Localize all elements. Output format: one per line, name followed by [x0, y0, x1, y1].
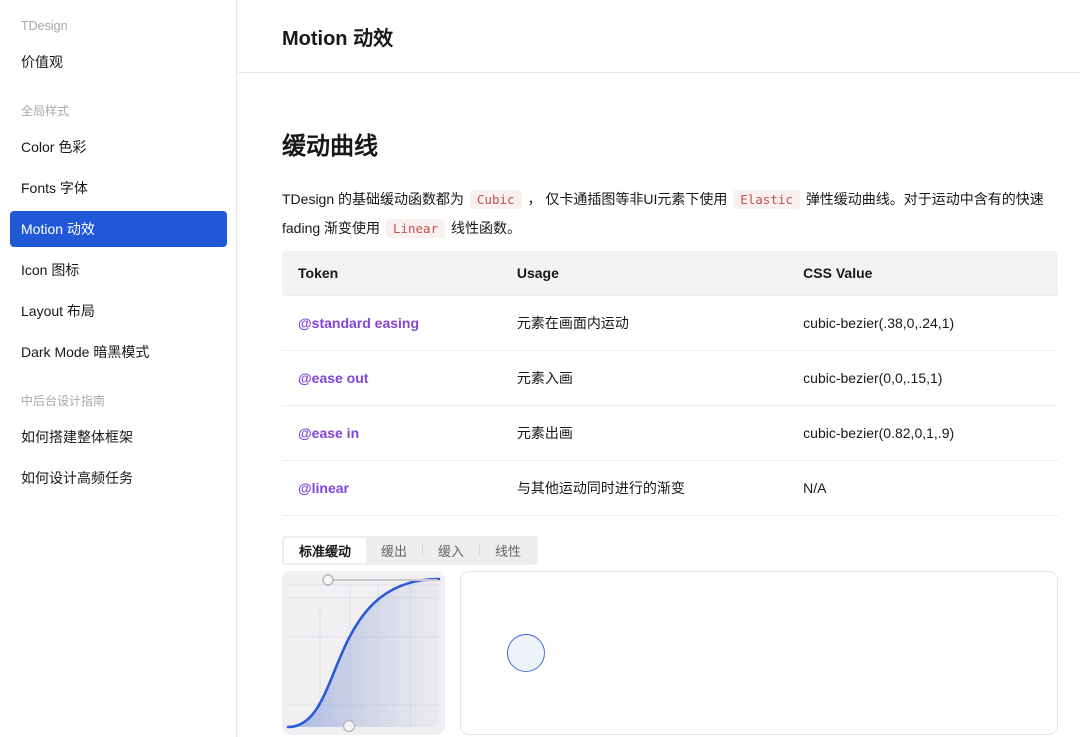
intro-text: ， 仅卡通插图等非UI元素下使用	[527, 191, 727, 207]
demo-row	[282, 571, 1058, 735]
intro-text: 线性函数。	[451, 220, 521, 236]
table-row: @linear 与其他运动同时进行的渐变 N/A	[282, 461, 1058, 516]
code-chip-cubic: Cubic	[470, 190, 522, 209]
table-row: @standard easing 元素在画面内运动 cubic-bezier(.…	[282, 296, 1058, 351]
sidebar: TDesign 价值观 全局样式 Color 色彩 Fonts 字体 Motio…	[0, 0, 237, 737]
sidebar-item-icon[interactable]: Icon 图标	[10, 252, 227, 288]
css-value-cell: cubic-bezier(0.82,0,1,.9)	[787, 406, 1058, 461]
token-cell: @ease in	[282, 406, 501, 461]
tab-ease-out[interactable]: 缓出	[366, 538, 422, 563]
code-chip-linear: Linear	[386, 219, 445, 238]
css-value-cell: N/A	[787, 461, 1058, 516]
easing-tabbar: 标准缓动 缓出 缓入 线性	[282, 536, 538, 565]
sidebar-item-framework[interactable]: 如何搭建整体框架	[10, 419, 227, 455]
intro-text: TDesign 的基础缓动函数都为	[282, 191, 464, 207]
bezier-curve-graphic	[282, 571, 445, 735]
table-row: @ease in 元素出画 cubic-bezier(0.82,0,1,.9)	[282, 406, 1058, 461]
sidebar-item-motion[interactable]: Motion 动效	[10, 211, 227, 247]
sidebar-item-color[interactable]: Color 色彩	[10, 129, 227, 165]
curve-handle-top[interactable]	[323, 575, 333, 585]
usage-cell: 元素在画面内运动	[501, 296, 787, 351]
intro-paragraph: TDesign 的基础缓动函数都为 Cubic ， 仅卡通插图等非UI元素下使用…	[282, 185, 1058, 243]
easing-table: Token Usage CSS Value @standard easing 元…	[282, 251, 1058, 516]
column-header-css-value: CSS Value	[787, 251, 1058, 296]
sidebar-item-tasks[interactable]: 如何设计高频任务	[10, 460, 227, 496]
tab-ease-in[interactable]: 缓入	[423, 538, 479, 563]
usage-cell: 与其他运动同时进行的渐变	[501, 461, 787, 516]
sidebar-item-values[interactable]: 价值观	[10, 44, 227, 80]
content-area: 缓动曲线 TDesign 的基础缓动函数都为 Cubic ， 仅卡通插图等非UI…	[238, 131, 1080, 735]
css-value-cell: cubic-bezier(.38,0,.24,1)	[787, 296, 1058, 351]
token-cell: @standard easing	[282, 296, 501, 351]
usage-cell: 元素入画	[501, 351, 787, 406]
column-header-token: Token	[282, 251, 501, 296]
sidebar-section-global-styles: 全局样式	[10, 103, 227, 119]
usage-cell: 元素出画	[501, 406, 787, 461]
curve-handle-bottom[interactable]	[344, 721, 355, 732]
tab-standard-easing[interactable]: 标准缓动	[284, 538, 366, 563]
sidebar-item-fonts[interactable]: Fonts 字体	[10, 170, 227, 206]
table-header-row: Token Usage CSS Value	[282, 251, 1058, 296]
main-content: Motion 动效 缓动曲线 TDesign 的基础缓动函数都为 Cubic ，…	[238, 0, 1080, 737]
token-cell: @ease out	[282, 351, 501, 406]
code-chip-elastic: Elastic	[733, 190, 800, 209]
page-title: Motion 动效	[282, 22, 393, 51]
sidebar-section-admin-guide: 中后台设计指南	[10, 393, 227, 409]
page-header: Motion 动效	[238, 0, 1080, 73]
motion-demo-stage	[460, 571, 1058, 735]
sidebar-brand: TDesign	[10, 18, 227, 34]
token-cell: @linear	[282, 461, 501, 516]
sidebar-item-layout[interactable]: Layout 布局	[10, 293, 227, 329]
demo-ball	[507, 634, 545, 672]
column-header-usage: Usage	[501, 251, 787, 296]
bezier-curve-editor	[282, 571, 445, 735]
css-value-cell: cubic-bezier(0,0,.15,1)	[787, 351, 1058, 406]
table-row: @ease out 元素入画 cubic-bezier(0,0,.15,1)	[282, 351, 1058, 406]
sidebar-item-darkmode[interactable]: Dark Mode 暗黑模式	[10, 334, 227, 370]
section-title: 缓动曲线	[282, 131, 1058, 163]
tab-linear[interactable]: 线性	[480, 538, 536, 563]
